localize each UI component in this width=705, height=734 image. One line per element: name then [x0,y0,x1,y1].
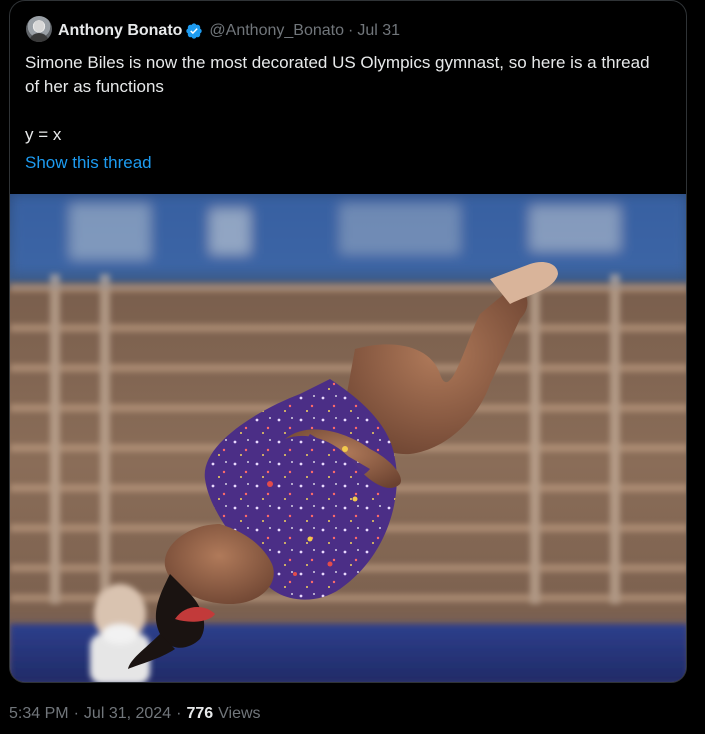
author-row: Anthony Bonato @Anthony_Bonato · Jul 31 [58,20,400,42]
page: Anthony Bonato @Anthony_Bonato · Jul 31 … [0,0,705,734]
separator-dot: · [73,705,79,722]
show-thread-link[interactable]: Show this thread [25,151,152,175]
views-count: 776 [186,705,214,722]
avatar-shirt [29,33,49,42]
tweet-time[interactable]: 5:34 PM [9,705,69,723]
tweet-date[interactable]: Jul 31 [357,22,400,40]
author-display-name[interactable]: Anthony Bonato [58,22,182,40]
separator-dot: · [347,22,354,39]
verified-badge-icon [185,22,203,40]
tweet-full-date[interactable]: Jul 31, 2024 [84,705,171,723]
tweet-meta-footer: 5:34 PM · Jul 31, 2024 · 776 Views [9,703,261,725]
separator-dot: · [176,705,182,722]
tweet-header: Anthony Bonato @Anthony_Bonato · Jul 31 … [10,1,686,194]
views-label: Views [218,705,261,722]
tweet-text: Simone Biles is now the most decorated U… [25,53,650,144]
gymnast-photo[interactable] [10,194,686,682]
quoted-tweet-card[interactable]: Anthony Bonato @Anthony_Bonato · Jul 31 … [9,0,687,683]
avatar-face [34,20,44,32]
author-avatar[interactable] [26,16,52,42]
gymnast-photo-illustration [10,194,686,682]
author-handle[interactable]: @Anthony_Bonato [209,22,344,40]
